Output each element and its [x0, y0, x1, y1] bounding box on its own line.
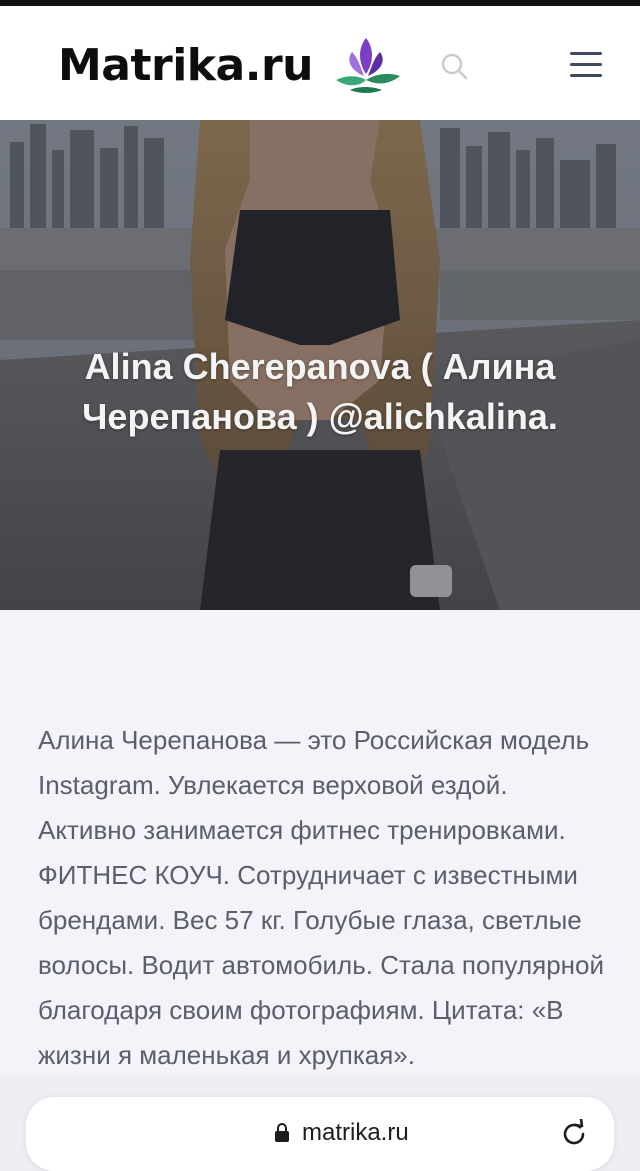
- hero-banner: Alina Cherepanova ( Алина Черепанова ) @…: [0, 120, 640, 610]
- site-header: Matrika.ru: [0, 6, 640, 120]
- url-text[interactable]: matrika.ru: [302, 1119, 409, 1147]
- reload-icon[interactable]: [559, 1119, 589, 1149]
- article-title: Alina Cherepanova ( Алина Черепанова ) @…: [82, 346, 558, 438]
- site-logo[interactable]: Matrika.ru: [58, 40, 313, 92]
- article-paragraph: Алина Черепанова — это Российская модель…: [38, 725, 605, 1070]
- hamburger-menu-icon[interactable]: [570, 50, 604, 80]
- lotus-logo-icon[interactable]: [330, 34, 402, 98]
- lock-icon: [275, 1123, 289, 1142]
- search-icon[interactable]: [440, 52, 468, 80]
- address-bar[interactable]: matrika.ru: [26, 1097, 614, 1171]
